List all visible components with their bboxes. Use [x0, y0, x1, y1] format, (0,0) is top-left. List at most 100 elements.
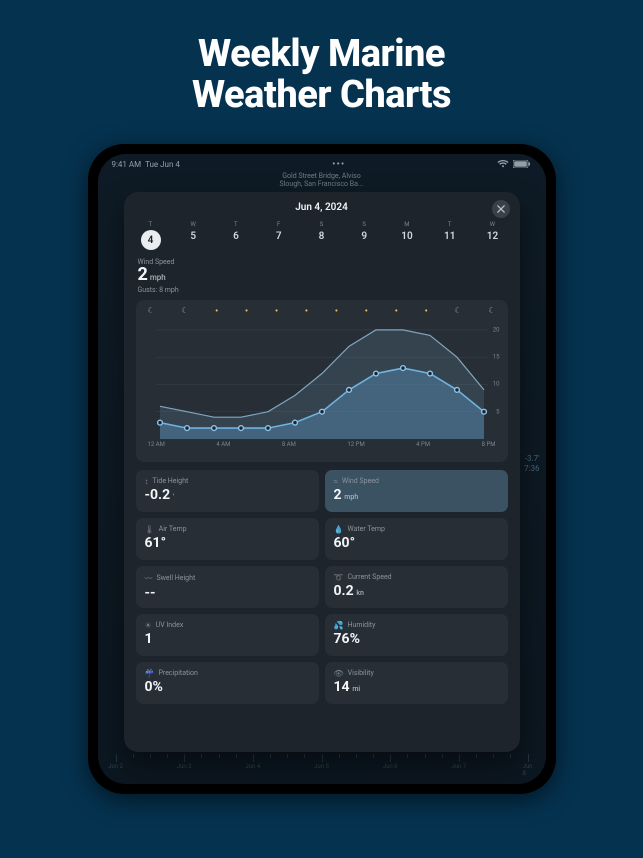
chart-area: 20 15 10 5: [142, 319, 502, 439]
ruler-label: Jun 3: [177, 763, 192, 770]
sun-icon: •: [245, 306, 248, 317]
tile-value: 0%: [145, 680, 310, 694]
sun-icon: •: [425, 306, 428, 317]
precipitation-icon: ☔: [145, 669, 155, 678]
battery-icon: [513, 160, 531, 168]
chart-card: ☾☾••••••••☾☾ 2015105 12 AM4 AM8 AM12 PM4…: [136, 300, 508, 462]
wind-chart: [142, 319, 502, 439]
day-10[interactable]: M10: [394, 221, 420, 250]
tile-value: 1: [145, 632, 310, 646]
day-7[interactable]: F7: [266, 221, 292, 250]
moon-icon: ☾: [454, 306, 461, 317]
chart-daynight-icons: ☾☾••••••••☾☾: [140, 306, 504, 319]
tile-visibility[interactable]: 👁Visibility14 mi: [325, 662, 508, 704]
sun-icon: •: [305, 306, 308, 317]
wind_speed-icon: ≈: [334, 477, 339, 486]
promo-line-2: Weather Charts: [192, 75, 451, 116]
tile-label: Air Temp: [159, 525, 187, 533]
tile-value: 76%: [334, 632, 499, 646]
bg-date-ruler: Jun 2Jun 3Jun 4Jun 5Jun 6Jun 7Jun 8: [116, 754, 528, 774]
tide_height-icon: ↕: [145, 477, 149, 486]
day-5[interactable]: W5: [180, 221, 206, 250]
promo-title: Weekly Marine Weather Charts: [192, 34, 451, 116]
x-label: 12 PM: [347, 441, 364, 448]
ruler-label: Jun 2: [108, 763, 123, 770]
tile-precipitation[interactable]: ☔Precipitation 0%: [136, 662, 319, 704]
tile-label: Precipitation: [158, 669, 197, 677]
tile-humidity[interactable]: 💦Humidity76%: [325, 614, 508, 656]
tile-value: 0.2 kn: [334, 584, 499, 598]
tile-label: Water Temp: [347, 525, 385, 533]
sun-icon: •: [215, 306, 218, 317]
status-right: [497, 160, 531, 168]
uv_index-icon: ☀: [145, 621, 152, 630]
tile-label: Swell Height: [157, 574, 196, 582]
detail-sheet: Jun 4, 2024 T4 W5 T6 F7 S8 S9 M10 T11 W12 Wind S…: [124, 192, 520, 752]
location-subheader: Gold Street Bridge, Alviso Slough, San F…: [98, 172, 546, 188]
sun-icon: •: [365, 306, 368, 317]
day-strip[interactable]: T4 W5 T6 F7 S8 S9 M10 T11 W12: [136, 219, 508, 258]
day-9[interactable]: S9: [351, 221, 377, 250]
tile-label: Tide Height: [153, 477, 189, 485]
tile-label: UV Index: [156, 621, 184, 629]
tile-tide_height[interactable]: ↕ Tide Height -0.2 ': [136, 470, 319, 512]
tile-value: 2 mph: [334, 488, 499, 502]
wifi-icon: [497, 160, 509, 168]
tile-swell_height[interactable]: 〰 Swell Height --: [136, 566, 319, 608]
day-12[interactable]: W12: [480, 221, 506, 250]
device-frame: 9:41 AM Tue Jun 4 ••• Gold Street Bridge…: [88, 144, 556, 794]
tile-value: 14 mi: [334, 680, 499, 694]
day-11[interactable]: T11: [437, 221, 463, 250]
moon-icon: ☾: [488, 306, 495, 317]
day-4[interactable]: T4: [138, 221, 164, 250]
sheet-title: Jun 4, 2024: [295, 202, 348, 213]
ruler-label: Jun 5: [314, 763, 329, 770]
tile-air_temp[interactable]: 🌡 Air Temp 61°: [136, 518, 319, 560]
close-button[interactable]: [492, 200, 510, 218]
status-bar: 9:41 AM Tue Jun 4 •••: [98, 154, 546, 170]
y-tick: 15: [493, 354, 500, 361]
sun-icon: •: [395, 306, 398, 317]
status-clock: 9:41 AM Tue Jun 4: [112, 160, 180, 169]
day-6[interactable]: T6: [223, 221, 249, 250]
ruler-label: Jun 8: [523, 763, 533, 777]
tile-value: --: [145, 586, 310, 600]
tile-label: Visibility: [348, 669, 374, 677]
device-screen: 9:41 AM Tue Jun 4 ••• Gold Street Bridge…: [98, 154, 546, 784]
headline-sub: Gusts: 8 mph: [138, 286, 506, 294]
promo-line-1: Weekly Marine: [192, 34, 451, 75]
close-icon: [497, 205, 505, 213]
tile-uv_index[interactable]: ☀ UV Index 1: [136, 614, 319, 656]
ruler-label: Jun 4: [245, 763, 260, 770]
metric-tiles: ↕ Tide Height -0.2 ' ≈Wind Speed 2 mph 🌡 Air T…: [136, 470, 508, 704]
moon-icon: ☾: [148, 306, 155, 317]
tile-water_temp[interactable]: 💧Water Temp 60°: [325, 518, 508, 560]
bg-tide-hint: -3.7' 7:36: [524, 454, 539, 475]
air_temp-icon: 🌡: [145, 525, 155, 534]
x-label: 8 PM: [482, 441, 496, 448]
x-label: 12 AM: [148, 441, 165, 448]
headline-label: Wind Speed: [138, 258, 506, 266]
tile-value: -0.2 ': [145, 488, 310, 502]
ruler-label: Jun 7: [451, 763, 466, 770]
day-8[interactable]: S8: [309, 221, 335, 250]
moon-icon: ☾: [181, 306, 188, 317]
sun-icon: •: [335, 306, 338, 317]
y-tick: 20: [493, 326, 500, 333]
x-label: 4 PM: [416, 441, 430, 448]
tile-current_speed[interactable]: ➰Current Speed0.2 kn: [325, 566, 508, 608]
x-label: 4 AM: [216, 441, 230, 448]
headline-value: 2mph: [138, 266, 506, 285]
water_temp-icon: 💧: [334, 525, 344, 534]
tile-value: 61°: [145, 536, 310, 550]
tile-value: 60°: [334, 536, 499, 550]
status-center-dots: •••: [332, 159, 345, 170]
y-tick: 5: [496, 408, 499, 415]
tile-label: Wind Speed: [342, 477, 379, 485]
y-tick: 10: [493, 381, 500, 388]
current_speed-icon: ➰: [334, 573, 344, 582]
tile-wind_speed[interactable]: ≈Wind Speed 2 mph: [325, 470, 508, 512]
ruler-label: Jun 6: [383, 763, 398, 770]
swell_height-icon: 〰: [145, 573, 153, 584]
chart-x-labels: 12 AM4 AM8 AM12 PM4 PM8 PM: [140, 439, 504, 448]
